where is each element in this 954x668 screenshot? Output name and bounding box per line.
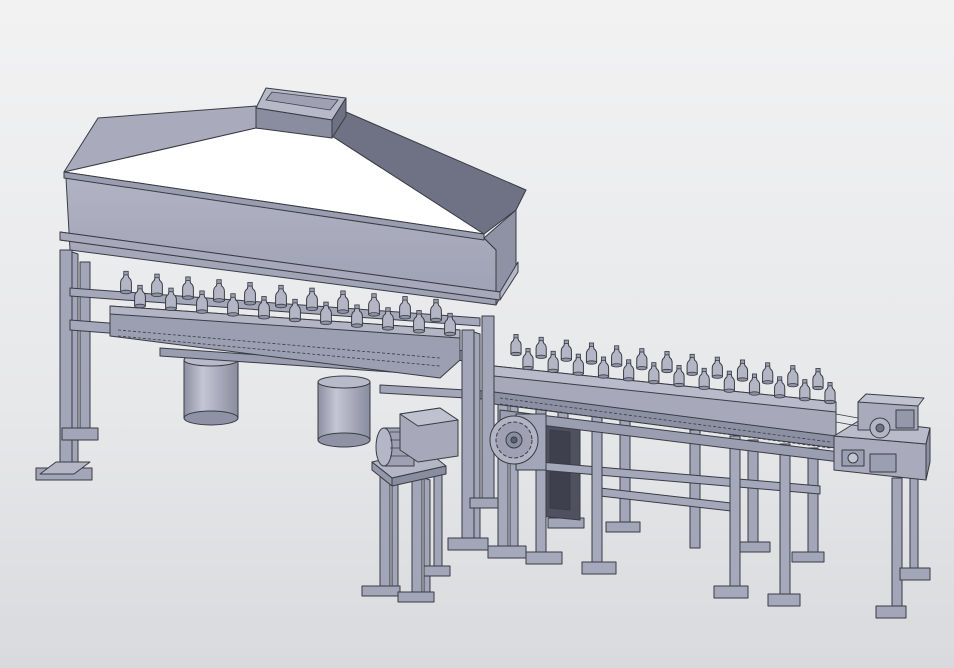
bottle xyxy=(213,279,225,303)
bottle xyxy=(134,284,146,309)
bottle xyxy=(748,373,761,396)
bottle xyxy=(648,362,660,385)
bottle xyxy=(120,270,132,295)
bottle xyxy=(686,353,698,376)
bottle xyxy=(723,370,735,393)
bottle xyxy=(227,293,239,317)
bottle xyxy=(258,296,270,320)
bottle xyxy=(399,296,411,320)
bottle xyxy=(711,356,723,379)
bottle xyxy=(824,382,836,405)
bottle xyxy=(774,376,786,399)
cad-model-scene xyxy=(35,87,931,619)
hopper-cylinder-right xyxy=(317,375,371,448)
bottle xyxy=(636,348,648,371)
bottle xyxy=(611,345,623,368)
bottle xyxy=(368,293,380,317)
bottle xyxy=(244,282,256,306)
motor-stand xyxy=(361,407,459,603)
bottle xyxy=(165,287,177,311)
bottle xyxy=(182,276,194,300)
bottle xyxy=(661,351,673,374)
bottle xyxy=(547,350,559,373)
bottle xyxy=(673,365,685,388)
bottle xyxy=(275,284,287,309)
bottle xyxy=(151,273,163,297)
bottle xyxy=(799,379,811,402)
bottle xyxy=(510,334,522,357)
bottle xyxy=(196,290,208,314)
bottle xyxy=(762,362,774,385)
bottle xyxy=(787,365,799,388)
hopper-cylinder-left xyxy=(183,353,239,426)
bottle xyxy=(320,301,332,325)
hopper-assembly xyxy=(35,87,527,551)
hopper-left-legs xyxy=(35,249,99,481)
bottle xyxy=(289,298,301,323)
bottle xyxy=(736,359,749,382)
bottle xyxy=(623,359,635,382)
bottle xyxy=(812,368,824,391)
bottle xyxy=(430,298,442,323)
bottle xyxy=(597,356,610,379)
end-unit xyxy=(833,393,931,619)
bottle xyxy=(572,353,584,376)
cad-viewport[interactable] xyxy=(0,0,954,668)
conveyor-assembly xyxy=(487,334,841,607)
bottle xyxy=(535,336,547,359)
bottle xyxy=(306,287,318,311)
bottle xyxy=(560,339,572,362)
bottle xyxy=(522,348,534,371)
bottle xyxy=(585,342,598,365)
motor xyxy=(375,407,459,467)
bottle xyxy=(337,290,349,314)
bottle xyxy=(698,367,710,390)
